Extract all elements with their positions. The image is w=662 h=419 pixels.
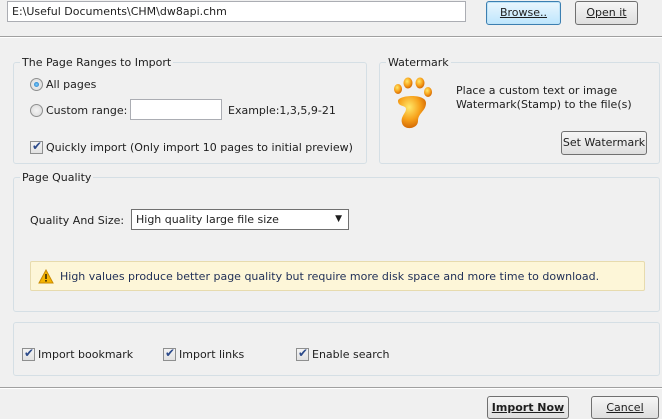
import-bookmark-checkbox[interactable] <box>22 346 35 361</box>
import-links-label: Import links <box>179 347 245 361</box>
quality-warning-text: High values produce better page quality … <box>60 270 600 283</box>
watermark-group: Watermark Place a custom text or image W… <box>379 56 660 164</box>
quick-import-label: Quickly import (Only import 10 pages to … <box>46 140 353 154</box>
custom-range-input[interactable] <box>130 99 222 120</box>
open-it-button[interactable]: Open it <box>575 1 638 25</box>
import-bookmark-label: Import bookmark <box>38 347 134 361</box>
custom-range-radio-row[interactable]: Custom range: <box>30 103 127 117</box>
custom-range-label: Custom range: <box>46 103 128 117</box>
set-watermark-button-label: Set Watermark <box>562 136 646 149</box>
browse-button-label: Browse.. <box>499 6 548 19</box>
watermark-description-line2: Watermark(Stamp) to the file(s) <box>456 98 632 111</box>
quality-size-selected: High quality large file size <box>136 213 279 226</box>
quality-size-label: Quality And Size: <box>30 214 125 227</box>
custom-range-radio[interactable] <box>30 103 43 117</box>
import-links-checkbox[interactable] <box>163 346 176 361</box>
quality-warning-bar: High values produce better page quality … <box>30 261 645 291</box>
custom-range-example: Example:1,3,5,9-21 <box>228 104 336 117</box>
bottom-separator <box>0 387 662 389</box>
quality-size-select[interactable]: High quality large file size ▼ <box>131 209 349 230</box>
quick-import-checkbox-row[interactable]: Quickly import (Only import 10 pages to … <box>30 139 353 154</box>
quick-import-checkbox[interactable] <box>30 139 43 154</box>
import-links-row[interactable]: Import links <box>163 346 245 361</box>
watermark-description-line1: Place a custom text or image <box>456 84 618 97</box>
page-ranges-group: The Page Ranges to Import All pages Cust… <box>13 56 367 164</box>
all-pages-radio[interactable] <box>30 77 43 91</box>
page-quality-legend: Page Quality <box>20 171 94 184</box>
enable-search-checkbox[interactable] <box>296 346 309 361</box>
import-bookmark-row[interactable]: Import bookmark <box>22 346 134 361</box>
all-pages-radio-row[interactable]: All pages <box>30 77 96 91</box>
all-pages-label: All pages <box>46 77 97 91</box>
page-ranges-legend: The Page Ranges to Import <box>20 56 174 69</box>
set-watermark-button[interactable]: Set Watermark <box>561 131 647 155</box>
watermark-icon <box>394 77 432 129</box>
dropdown-arrow-icon: ▼ <box>335 214 342 224</box>
browse-button[interactable]: Browse.. <box>486 1 561 25</box>
file-path-input[interactable]: E:\Useful Documents\CHM\dw8api.chm <box>7 1 466 22</box>
warning-icon <box>38 269 54 284</box>
cancel-button[interactable]: Cancel <box>591 396 659 419</box>
page-quality-group: Page Quality Quality And Size: High qual… <box>13 171 660 312</box>
enable-search-label: Enable search <box>312 347 390 361</box>
open-it-button-label: Open it <box>586 6 627 19</box>
cancel-button-label: Cancel <box>606 401 644 414</box>
watermark-legend: Watermark <box>386 56 451 69</box>
import-now-button[interactable]: Import Now <box>487 396 569 419</box>
import-options-group: Import bookmark Import links Enable sear… <box>13 322 660 376</box>
top-separator <box>0 36 662 38</box>
enable-search-row[interactable]: Enable search <box>296 346 390 361</box>
import-now-button-label: Import Now <box>491 401 565 414</box>
